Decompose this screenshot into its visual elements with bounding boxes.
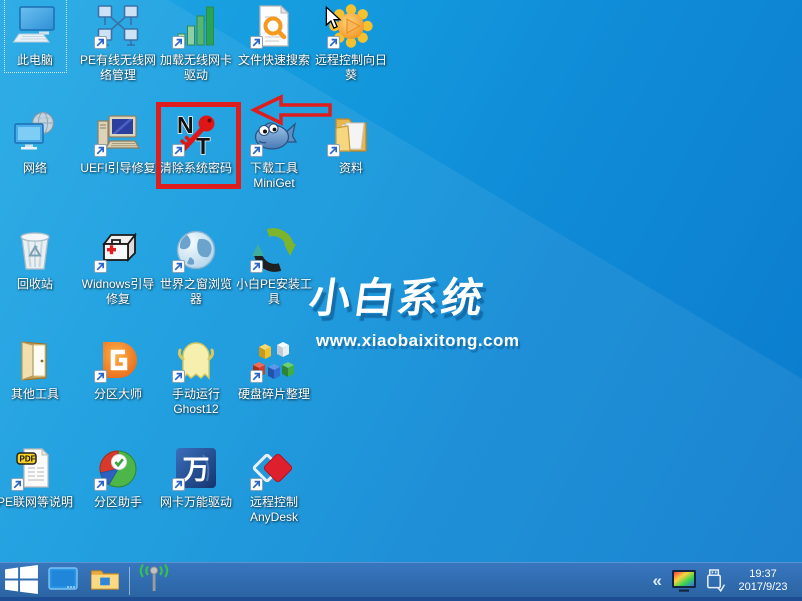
windows-logo-icon (5, 565, 38, 597)
shortcut-overlay-icon (94, 36, 107, 49)
start-button[interactable] (0, 563, 42, 598)
desktop-icon-partition-assistant[interactable]: 分区助手 (79, 444, 157, 510)
shortcut-overlay-icon (94, 260, 107, 273)
watermark-title: 小白系统 (306, 264, 524, 324)
mouse-cursor-icon (325, 6, 342, 31)
desktop-icon-wan-driver[interactable]: 万网卡万能驱动 (157, 444, 235, 510)
show-desktop-button[interactable] (42, 563, 84, 598)
wireless-network-tool-button[interactable] (133, 563, 175, 598)
shortcut-overlay-icon (172, 370, 185, 383)
shortcut-overlay-icon (94, 478, 107, 491)
shortcut-overlay-icon (250, 144, 263, 157)
other-tools-door-icon (12, 337, 58, 383)
desktop-icon-sunflower-remote[interactable]: 远程控制向日葵 (312, 2, 390, 83)
taskbar-clock[interactable]: 19:37 2017/9/23 (732, 568, 794, 593)
desktop: 此电脑PE有线无线网络管理加载无线网卡驱动文件快速搜索远程控制向日葵网络 UEFI… (0, 0, 802, 601)
desktop-icon-label: 远程控制向日葵 (312, 53, 390, 83)
svg-text:PDF: PDF (20, 455, 36, 464)
desktop-icon-wifi-driver[interactable]: 加载无线网卡驱动 (157, 2, 235, 83)
folder-icon (90, 567, 120, 595)
taskbar-separator (129, 567, 130, 595)
svg-text:万: 万 (183, 455, 210, 485)
shortcut-overlay-icon (172, 478, 185, 491)
tray-expand-chevron[interactable]: « (651, 572, 664, 589)
desktop-icon-label: 资料 (339, 161, 363, 176)
desktop-icon-label: 手动运行Ghost12 (157, 387, 235, 417)
usb-eject-tray-icon[interactable] (704, 568, 725, 593)
shortcut-overlay-icon (327, 36, 340, 49)
shortcut-overlay-icon (250, 36, 263, 49)
desktop-icon-label: 远程控制AnyDesk (235, 495, 313, 525)
taskbar: « 19:37 2017/9/23 (0, 562, 802, 601)
shortcut-overlay-icon (11, 478, 24, 491)
desktop-icon-label: PE有线无线网络管理 (79, 53, 157, 83)
shortcut-overlay-icon (172, 36, 185, 49)
desktop-icon-label: 世界之窗浏览器 (157, 277, 235, 307)
desktop-icon-uefi-repair[interactable]: UEFI引导修复 (79, 110, 157, 176)
desktop-monitor-icon (48, 567, 78, 594)
recycle-bin-icon (12, 227, 58, 273)
clock-time: 19:37 (732, 568, 794, 581)
desktop-icon-label: 回收站 (17, 277, 53, 292)
shortcut-overlay-icon (250, 260, 263, 273)
desktop-icon-label: 网络 (23, 161, 47, 176)
shortcut-overlay-icon (94, 370, 107, 383)
file-explorer-button[interactable] (84, 563, 126, 598)
network-globe-icon (12, 111, 58, 157)
desktop-icon-label: 分区助手 (94, 495, 142, 510)
this-pc-icon (12, 3, 58, 49)
desktop-icon-label: PE联网等说明 (0, 495, 73, 510)
shortcut-overlay-icon (172, 260, 185, 273)
desktop-icon-ghost[interactable]: 手动运行Ghost12 (157, 336, 235, 417)
desktop-icon-label: 下载工具MiniGet (235, 161, 313, 191)
highlight-box (156, 102, 241, 189)
watermark-url: www.xiaobaixitong.com (316, 331, 520, 351)
desktop-icon-other-tools-door[interactable]: 其他工具 (0, 336, 74, 402)
desktop-icon-network-manager[interactable]: PE有线无线网络管理 (79, 2, 157, 83)
clock-date: 2017/9/23 (732, 581, 794, 594)
desktop-icon-defrag-cubes[interactable]: 硬盘碎片整理 (235, 336, 313, 402)
desktop-icon-pe-installer[interactable]: 小白PE安装工具 (235, 226, 313, 307)
desktop-icon-pdf-doc[interactable]: PDF PE联网等说明 (0, 444, 74, 510)
desktop-icon-file-search[interactable]: 文件快速搜索 (235, 2, 313, 68)
desktop-icon-label: 小白PE安装工具 (235, 277, 313, 307)
desktop-icon-label: 加载无线网卡驱动 (157, 53, 235, 83)
desktop-icon-label: 硬盘碎片整理 (238, 387, 310, 402)
antenna-signal-icon (137, 564, 171, 597)
desktop-icon-partition-master[interactable]: 分区大师 (79, 336, 157, 402)
desktop-icon-label: 分区大师 (94, 387, 142, 402)
desktop-icon-world-browser[interactable]: 世界之窗浏览器 (157, 226, 235, 307)
desktop-icon-anydesk[interactable]: 远程控制AnyDesk (235, 444, 313, 525)
desktop-icon-label: 其他工具 (11, 387, 59, 402)
display-settings-tray-icon[interactable] (671, 569, 697, 593)
shortcut-overlay-icon (250, 370, 263, 383)
desktop-icon-this-pc[interactable]: 此电脑 (0, 2, 74, 68)
desktop-icon-label: 网卡万能驱动 (160, 495, 232, 510)
shortcut-overlay-icon (250, 478, 263, 491)
desktop-icon-label: UEFI引导修复 (80, 161, 155, 176)
highlight-arrow-icon (250, 94, 334, 126)
desktop-icon-label: Widnows引导修复 (79, 277, 157, 307)
desktop-icon-recycle-bin[interactable]: 回收站 (0, 226, 74, 292)
desktop-icon-network-globe[interactable]: 网络 (0, 110, 74, 176)
desktop-icon-toolbox-repair[interactable]: Widnows引导修复 (79, 226, 157, 307)
watermark: 小白系统 www.xiaobaixitong.com (310, 264, 520, 351)
desktop-icon-label: 文件快速搜索 (238, 53, 310, 68)
shortcut-overlay-icon (94, 144, 107, 157)
shortcut-overlay-icon (327, 144, 340, 157)
